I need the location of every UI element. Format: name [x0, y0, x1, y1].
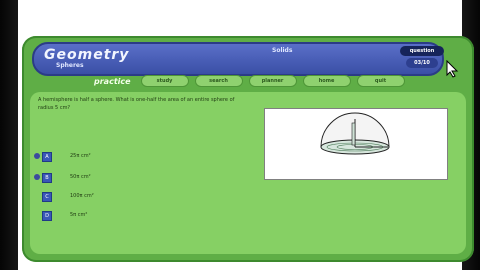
answer-text: 25π cm²: [70, 153, 91, 159]
app-title: Geometry: [44, 47, 130, 63]
tab-search[interactable]: search: [194, 75, 243, 87]
question-label: question: [400, 46, 444, 56]
nav-bar: practice study search planner home quit: [94, 75, 405, 87]
answer-marker-icon: [34, 174, 40, 180]
tab-quit[interactable]: quit: [356, 75, 405, 87]
mouse-pointer-icon: [446, 60, 459, 78]
answer-key[interactable]: D: [42, 211, 52, 221]
answer-marker-icon: [34, 153, 40, 159]
section-label: Solids: [272, 47, 293, 54]
answer-text: 100π cm²: [70, 193, 94, 199]
tab-home[interactable]: home: [302, 75, 351, 87]
tab-planner[interactable]: planner: [248, 75, 297, 87]
figure-panel: [264, 108, 448, 180]
answer-text: 50π cm²: [70, 174, 91, 180]
question-panel: A hemisphere is half a sphere. What is o…: [30, 92, 466, 254]
tab-study[interactable]: study: [140, 75, 189, 87]
topic-subtitle: Spheres: [56, 62, 84, 69]
mode-label: practice: [94, 76, 131, 86]
answer-text: 5π cm²: [70, 212, 88, 218]
answer-key[interactable]: A: [42, 152, 52, 162]
title-bar: Geometry Spheres Solids: [32, 42, 444, 76]
question-count: 03/10: [406, 58, 438, 68]
left-border: [0, 0, 18, 270]
question-text: A hemisphere is half a sphere. What is o…: [38, 97, 235, 111]
app-frame: Geometry Spheres Solids question 03/10 p…: [22, 36, 474, 262]
question-counter: question 03/10: [400, 46, 444, 72]
answer-key[interactable]: C: [42, 192, 52, 202]
answer-key[interactable]: B: [42, 173, 52, 183]
hemisphere-diagram-icon: [320, 112, 390, 155]
